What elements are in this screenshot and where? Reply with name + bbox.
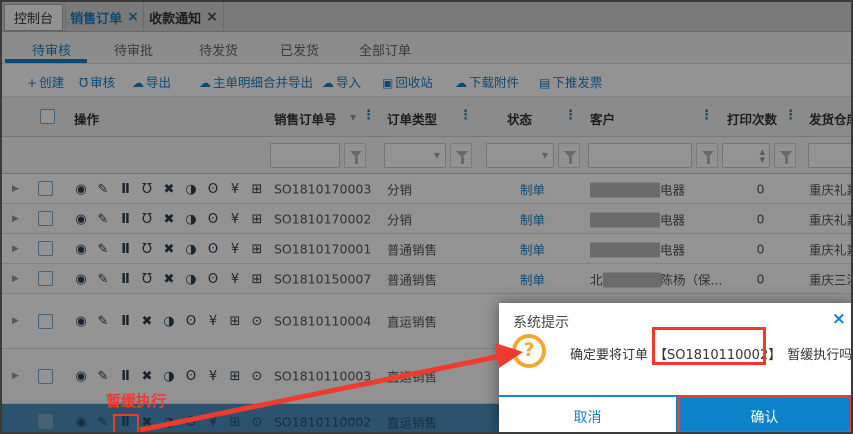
annotation-rect-order-ref [652,327,766,365]
question-mark-icon: ? [512,334,546,368]
annotation-rect-pause-icon [113,414,139,432]
annotation-rect-confirm-button [677,395,851,432]
cancel-button[interactable]: 取消 [499,397,676,432]
dialog-close-icon[interactable]: × [832,309,846,329]
annotation-label: 暂缓执行 [106,392,167,410]
app-window: 控制台 销售订单 × 收款通知 × 待审核 待审批 待发货 已发货 全部订单 +… [0,0,853,434]
dialog-title: 系统提示 [513,315,569,331]
